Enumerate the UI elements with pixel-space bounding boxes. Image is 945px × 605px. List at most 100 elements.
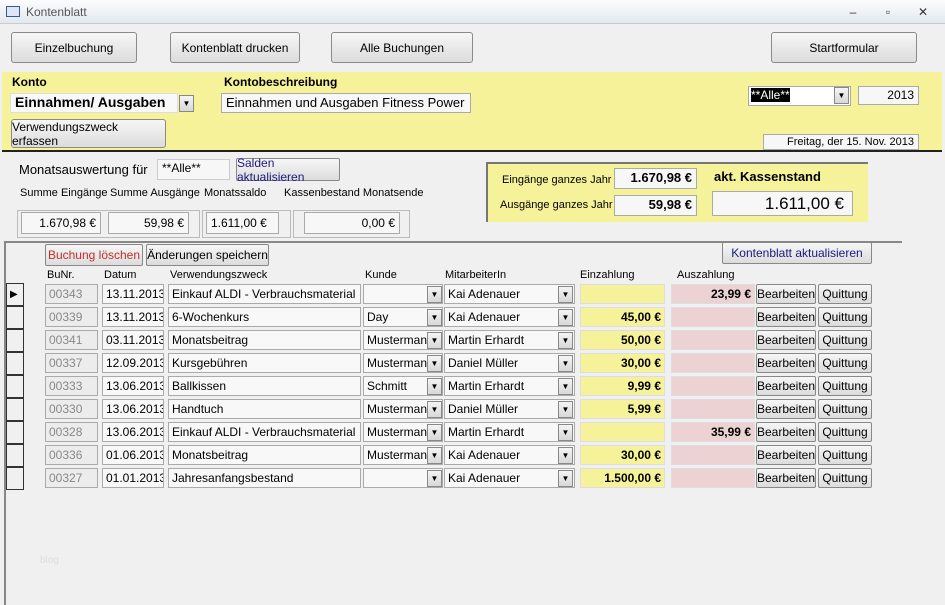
- cell-datum[interactable]: 13.11.2013: [102, 284, 164, 304]
- restore-button[interactable]: ▫: [881, 5, 895, 19]
- edit-button[interactable]: Bearbeiten: [756, 353, 816, 373]
- cell-datum[interactable]: 13.06.2013: [102, 422, 164, 442]
- edit-button[interactable]: Bearbeiten: [756, 330, 816, 350]
- cell-auszahlung[interactable]: [671, 399, 755, 419]
- cell-mitarbeiter[interactable]: Martin Erhardt: [444, 422, 575, 442]
- cell-zweck[interactable]: Einkauf ALDI - Verbrauchsmaterial: [168, 422, 361, 442]
- cell-zweck[interactable]: Einkauf ALDI - Verbrauchsmaterial: [168, 284, 361, 304]
- minimize-button[interactable]: –: [846, 5, 860, 19]
- cell-mitarbeiter[interactable]: Daniel Müller: [444, 399, 575, 419]
- cell-einzahlung[interactable]: [580, 284, 665, 304]
- einzelbuchung-button[interactable]: Einzelbuchung: [11, 32, 137, 63]
- cell-auszahlung[interactable]: [671, 330, 755, 350]
- cell-auszahlung[interactable]: [671, 376, 755, 396]
- cell-zweck[interactable]: Monatsbeitrag: [168, 445, 361, 465]
- edit-button[interactable]: Bearbeiten: [756, 445, 816, 465]
- chevron-down-icon[interactable]: ▼: [427, 309, 442, 326]
- chevron-down-icon[interactable]: ▼: [427, 447, 442, 464]
- delete-booking-button[interactable]: Buchung löschen: [45, 244, 143, 266]
- receipt-button[interactable]: Quittung: [818, 468, 872, 488]
- chevron-down-icon[interactable]: ▼: [427, 286, 442, 303]
- cell-datum[interactable]: 13.06.2013: [102, 376, 164, 396]
- chevron-down-icon[interactable]: ▼: [558, 424, 573, 441]
- receipt-button[interactable]: Quittung: [818, 422, 872, 442]
- cell-zweck[interactable]: 6-Wochenkurs: [168, 307, 361, 327]
- cell-mitarbeiter[interactable]: Martin Erhardt: [444, 376, 575, 396]
- start-form-button[interactable]: Startformular: [771, 32, 917, 63]
- cell-einzahlung[interactable]: 30,00 €: [580, 445, 665, 465]
- cell-zweck[interactable]: Kursgebühren: [168, 353, 361, 373]
- cell-auszahlung[interactable]: 23,99 €: [671, 284, 755, 304]
- receipt-button[interactable]: Quittung: [818, 376, 872, 396]
- chevron-down-icon[interactable]: ▼: [427, 401, 442, 418]
- chevron-down-icon[interactable]: ▼: [558, 447, 573, 464]
- cell-einzahlung[interactable]: 5,99 €: [580, 399, 665, 419]
- cell-mitarbeiter[interactable]: Martin Erhardt: [444, 330, 575, 350]
- receipt-button[interactable]: Quittung: [818, 445, 872, 465]
- edit-button[interactable]: Bearbeiten: [756, 284, 816, 304]
- cell-mitarbeiter[interactable]: Kai Adenauer: [444, 284, 575, 304]
- cell-datum[interactable]: 01.06.2013: [102, 445, 164, 465]
- chevron-down-icon[interactable]: ▼: [558, 332, 573, 349]
- salden-refresh-button[interactable]: Salden aktualisieren: [236, 158, 340, 181]
- cell-zweck[interactable]: Ballkissen: [168, 376, 361, 396]
- konto-select[interactable]: Einnahmen/ Ausgaben: [10, 93, 178, 113]
- cell-zweck[interactable]: Jahresanfangsbestand: [168, 468, 361, 488]
- chevron-down-icon[interactable]: ▼: [558, 309, 573, 326]
- row-selector[interactable]: [6, 306, 24, 329]
- row-selector[interactable]: [6, 467, 24, 490]
- receipt-button[interactable]: Quittung: [818, 284, 872, 304]
- cell-mitarbeiter[interactable]: Kai Adenauer: [444, 307, 575, 327]
- receipt-button[interactable]: Quittung: [818, 399, 872, 419]
- cell-auszahlung[interactable]: [671, 307, 755, 327]
- cell-zweck[interactable]: Handtuch: [168, 399, 361, 419]
- chevron-down-icon[interactable]: ▼: [427, 355, 442, 372]
- year-field[interactable]: 2013: [858, 86, 919, 105]
- row-selector[interactable]: [6, 398, 24, 421]
- chevron-down-icon[interactable]: ▼: [834, 87, 849, 104]
- chevron-down-icon[interactable]: ▼: [427, 378, 442, 395]
- cell-mitarbeiter[interactable]: Daniel Müller: [444, 353, 575, 373]
- row-selector[interactable]: [6, 329, 24, 352]
- cell-mitarbeiter[interactable]: Kai Adenauer: [444, 468, 575, 488]
- close-button[interactable]: ✕: [916, 5, 930, 19]
- cell-einzahlung[interactable]: 50,00 €: [580, 330, 665, 350]
- row-selector[interactable]: [6, 375, 24, 398]
- row-selector[interactable]: [6, 444, 24, 467]
- chevron-down-icon[interactable]: ▼: [179, 95, 194, 112]
- cell-datum[interactable]: 13.11.2013: [102, 307, 164, 327]
- verwendungszweck-button[interactable]: Verwendungszweck erfassen: [11, 119, 166, 148]
- cell-mitarbeiter[interactable]: Kai Adenauer: [444, 445, 575, 465]
- cell-datum[interactable]: 01.01.2013: [102, 468, 164, 488]
- row-selector[interactable]: [6, 352, 24, 375]
- kontenblatt-refresh-button[interactable]: Kontenblatt aktualisieren: [722, 242, 872, 264]
- save-changes-button[interactable]: Änderungen speichern: [146, 244, 269, 266]
- chevron-down-icon[interactable]: ▼: [427, 332, 442, 349]
- kontobeschreibung-field[interactable]: Einnahmen und Ausgaben Fitness Power: [221, 93, 471, 113]
- row-selector[interactable]: ▶: [6, 283, 24, 306]
- receipt-button[interactable]: Quittung: [818, 353, 872, 373]
- row-selector[interactable]: [6, 421, 24, 444]
- edit-button[interactable]: Bearbeiten: [756, 399, 816, 419]
- cell-datum[interactable]: 03.11.2013: [102, 330, 164, 350]
- receipt-button[interactable]: Quittung: [818, 307, 872, 327]
- chevron-down-icon[interactable]: ▼: [558, 286, 573, 303]
- cell-einzahlung[interactable]: 30,00 €: [580, 353, 665, 373]
- cell-auszahlung[interactable]: [671, 445, 755, 465]
- cell-auszahlung[interactable]: 35,99 €: [671, 422, 755, 442]
- edit-button[interactable]: Bearbeiten: [756, 468, 816, 488]
- cell-datum[interactable]: 13.06.2013: [102, 399, 164, 419]
- edit-button[interactable]: Bearbeiten: [756, 422, 816, 442]
- all-bookings-button[interactable]: Alle Buchungen: [331, 32, 473, 63]
- chevron-down-icon[interactable]: ▼: [427, 470, 442, 487]
- edit-button[interactable]: Bearbeiten: [756, 376, 816, 396]
- receipt-button[interactable]: Quittung: [818, 330, 872, 350]
- cell-einzahlung[interactable]: [580, 422, 665, 442]
- chevron-down-icon[interactable]: ▼: [427, 424, 442, 441]
- chevron-down-icon[interactable]: ▼: [558, 378, 573, 395]
- cell-auszahlung[interactable]: [671, 353, 755, 373]
- chevron-down-icon[interactable]: ▼: [558, 401, 573, 418]
- print-button[interactable]: Kontenblatt drucken: [170, 32, 300, 63]
- cell-auszahlung[interactable]: [671, 468, 755, 488]
- month-field[interactable]: **Alle**: [157, 159, 230, 180]
